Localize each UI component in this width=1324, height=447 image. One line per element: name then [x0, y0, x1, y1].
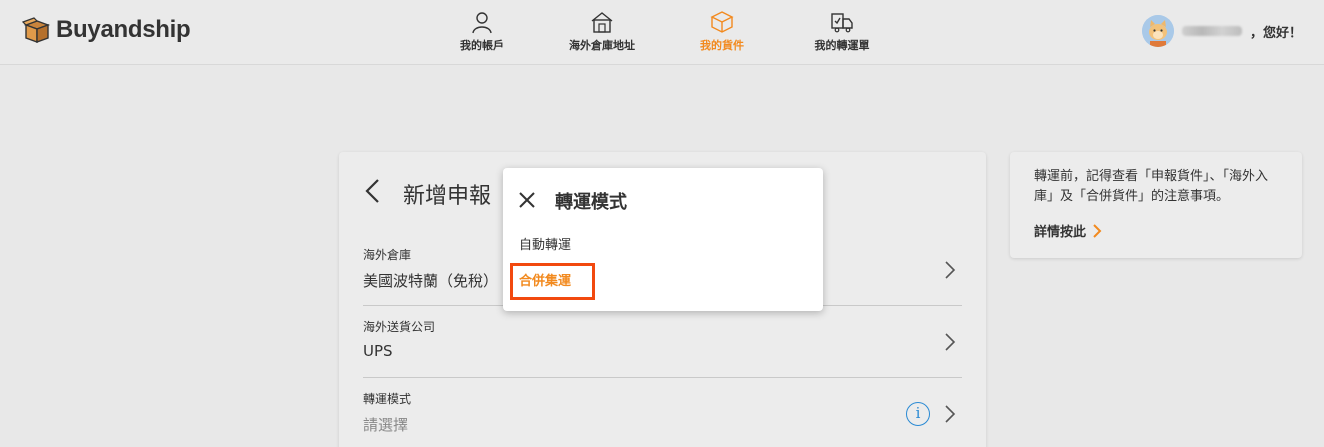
blurred-username — [1181, 26, 1242, 36]
close-button[interactable] — [517, 190, 537, 214]
close-icon — [519, 192, 535, 208]
nav-label: 海外倉庫地址 — [569, 39, 635, 52]
user-icon — [472, 12, 492, 34]
field-shipping-mode[interactable]: 轉運模式 請選擇 i — [363, 378, 962, 447]
nav-my-shipments[interactable]: 我的轉運單 — [787, 8, 897, 53]
chevron-right-icon — [945, 405, 956, 423]
field-value: 美國波特蘭（免稅） — [363, 272, 499, 290]
field-courier[interactable]: 海外送貨公司 UPS — [363, 306, 962, 378]
details-link[interactable]: 詳情按此 — [1034, 221, 1102, 240]
nav-warehouse-address[interactable]: 海外倉庫地址 — [547, 8, 657, 53]
avatar[interactable] — [1141, 15, 1174, 47]
back-button[interactable] — [363, 178, 383, 208]
chevron-right-icon — [1093, 223, 1102, 238]
warehouse-icon — [591, 12, 613, 33]
notice-text: 轉運前，記得查看「申報貨件」、「海外入庫」及「合併貨件」的注意事項。 — [1034, 169, 1269, 204]
main-nav: 我的帳戶 海外倉庫地址 我的貨件 我的轉運單 — [0, 8, 1324, 58]
cat-avatar-icon — [1141, 15, 1174, 47]
field-label: 轉運模式 — [363, 392, 412, 406]
chevron-right-icon — [945, 261, 956, 279]
page-title: 新增申報 — [403, 184, 492, 209]
greeting-text: ，您好！ — [1249, 25, 1302, 41]
chevron-right-icon — [945, 333, 956, 351]
popup-title: 轉運模式 — [555, 192, 627, 213]
field-value: UPS — [363, 342, 393, 360]
nav-my-packages[interactable]: 我的貨件 — [667, 8, 777, 53]
chevron-left-icon — [365, 179, 379, 203]
details-link-label: 詳情按此 — [1034, 225, 1087, 240]
nav-my-account[interactable]: 我的帳戶 — [427, 8, 537, 53]
shipping-mode-popup: 轉運模式 自動轉運 合併集運 — [503, 168, 823, 311]
user-menu[interactable]: ，您好！ — [1141, 15, 1302, 47]
option-consolidated-shipping[interactable]: 合併集運 — [510, 263, 595, 300]
notice-card: 轉運前，記得查看「申報貨件」、「海外入庫」及「合併貨件」的注意事項。 詳情按此 — [1010, 152, 1302, 258]
nav-label: 我的帳戶 — [460, 39, 504, 52]
info-icon[interactable]: i — [906, 402, 930, 426]
option-auto-forward[interactable]: 自動轉運 — [519, 234, 571, 253]
top-navigation-bar: Buyandship 我的帳戶 海外倉庫地址 我的貨件 我的轉運單 ，您好！ — [0, 0, 1324, 65]
field-label: 海外倉庫 — [363, 248, 412, 262]
field-placeholder: 請選擇 — [363, 416, 409, 434]
shipment-icon — [831, 13, 853, 33]
field-label: 海外送貨公司 — [363, 320, 436, 334]
package-icon — [710, 11, 734, 33]
nav-label: 我的轉運單 — [814, 39, 870, 52]
nav-label: 我的貨件 — [700, 39, 744, 52]
